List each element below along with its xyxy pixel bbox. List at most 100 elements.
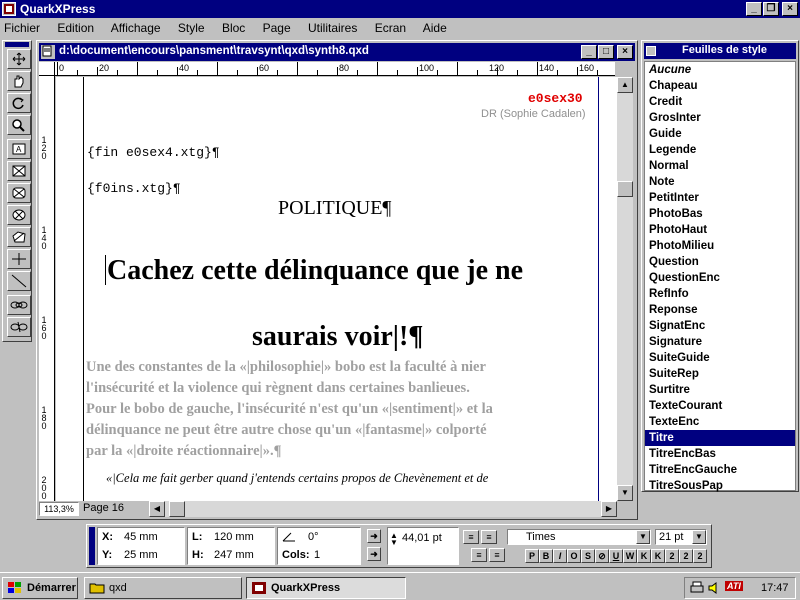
rect-picture-tool[interactable]	[7, 161, 31, 181]
style-shadow-button[interactable]: S	[581, 549, 595, 563]
x-value[interactable]: 45 mm	[124, 531, 158, 543]
menu-utilitaires[interactable]: Utilitaires	[308, 21, 357, 35]
polygon-picture-tool[interactable]	[7, 227, 31, 247]
style-item[interactable]: Note	[645, 174, 795, 190]
size-select[interactable]: 21 pt ▼	[655, 529, 707, 545]
menu-fichier[interactable]: Fichier	[4, 21, 40, 35]
angle-value[interactable]: 0°	[308, 531, 319, 543]
page-indicator[interactable]: Page 16	[83, 502, 124, 514]
style-underline-button[interactable]: U	[609, 549, 623, 563]
style-item-selected[interactable]: Titre	[645, 430, 795, 446]
zoom-field[interactable]: 113,3%	[39, 502, 79, 516]
speaker-icon[interactable]	[707, 581, 721, 595]
style-item[interactable]: Signature	[645, 334, 795, 350]
taskbar-item-quarkxpress[interactable]: QuarkXPress	[246, 577, 406, 599]
menu-ecran[interactable]: Ecran	[375, 21, 406, 35]
restore-button[interactable]: ❐	[763, 2, 779, 16]
style-item[interactable]: GrosInter	[645, 110, 795, 126]
align-left-button[interactable]: ≡	[463, 530, 479, 544]
style-item[interactable]: SuiteRep	[645, 366, 795, 382]
printer-icon[interactable]	[689, 581, 705, 595]
style-item[interactable]: TitreEncBas	[645, 446, 795, 462]
style-item[interactable]: Surtitre	[645, 382, 795, 398]
align-center-button[interactable]: ≡	[481, 530, 497, 544]
scroll-thumb[interactable]	[617, 181, 633, 197]
style-item[interactable]: SuiteGuide	[645, 350, 795, 366]
font-dropdown-icon[interactable]: ▼	[636, 530, 650, 544]
align-justify-button[interactable]: ≡	[489, 548, 505, 562]
style-subscript-button[interactable]: 2	[679, 549, 693, 563]
style-item[interactable]: Question	[645, 254, 795, 270]
style-item[interactable]: Chapeau	[645, 78, 795, 94]
doc-minimize-button[interactable]: _	[581, 45, 597, 59]
style-allcaps-button[interactable]: K	[651, 549, 665, 563]
style-item[interactable]: PetitInter	[645, 190, 795, 206]
h-value[interactable]: 247 mm	[214, 549, 254, 561]
style-item[interactable]: TexteCourant	[645, 398, 795, 414]
start-button[interactable]: Démarrer	[2, 577, 78, 599]
menu-aide[interactable]: Aide	[423, 21, 447, 35]
link-tool[interactable]	[7, 295, 31, 315]
kern-decrease-button[interactable]: ➜	[367, 547, 381, 561]
style-item[interactable]: Normal	[645, 158, 795, 174]
style-item[interactable]: TitreSousPap	[645, 478, 795, 494]
h-scroll-thumb[interactable]	[169, 501, 185, 517]
page-canvas[interactable]: e0sex30 DR (Sophie Cadalen) {fin e0sex4.…	[56, 77, 617, 501]
style-item[interactable]: PhotoMilieu	[645, 238, 795, 254]
rounded-picture-tool[interactable]	[7, 183, 31, 203]
style-superscript-button[interactable]: 2	[665, 549, 679, 563]
style-word-underline-button[interactable]: W	[623, 549, 637, 563]
font-select[interactable]: Times ▼	[507, 529, 651, 545]
style-item[interactable]: TitreEncGauche	[645, 462, 795, 478]
y-value[interactable]: 25 mm	[124, 549, 158, 561]
item-tool[interactable]	[7, 49, 31, 69]
minimize-button[interactable]: _	[746, 2, 762, 16]
orthogonal-line-tool[interactable]	[7, 249, 31, 269]
leading-stepper-icon[interactable]: ▲ ▼	[390, 532, 398, 547]
ati-tray-icon[interactable]: ATI	[725, 581, 743, 591]
zoom-tool[interactable]	[7, 115, 31, 135]
content-tool[interactable]	[7, 71, 31, 91]
text-box-tool[interactable]: A	[7, 139, 31, 159]
vertical-scrollbar[interactable]: ▲ ▼	[617, 77, 633, 501]
line-tool[interactable]	[7, 271, 31, 291]
style-italic-button[interactable]: I	[553, 549, 567, 563]
style-item[interactable]: Guide	[645, 126, 795, 142]
kern-increase-button[interactable]: ➜	[367, 529, 381, 543]
style-item[interactable]: Reponse	[645, 302, 795, 318]
style-outline-button[interactable]: O	[567, 549, 581, 563]
style-item[interactable]: QuestionEnc	[645, 270, 795, 286]
style-plain-button[interactable]: P	[525, 549, 539, 563]
style-item[interactable]: TexteEnc	[645, 414, 795, 430]
document-icon[interactable]	[41, 45, 55, 59]
scroll-up-button[interactable]: ▲	[617, 77, 633, 93]
size-dropdown-icon[interactable]: ▼	[692, 530, 706, 544]
menu-edition[interactable]: Edition	[57, 21, 94, 35]
app-icon[interactable]	[2, 2, 16, 16]
scroll-down-button[interactable]: ▼	[617, 485, 633, 501]
taskbar-item-qxd[interactable]: qxd	[84, 577, 242, 599]
ruler-origin[interactable]	[39, 62, 55, 76]
style-item-aucune[interactable]: Aucune	[645, 62, 795, 78]
style-item[interactable]: RefInfo	[645, 286, 795, 302]
scroll-left-button[interactable]: ◀	[149, 501, 165, 517]
style-item[interactable]: PhotoHaut	[645, 222, 795, 238]
menu-bloc[interactable]: Bloc	[222, 21, 245, 35]
l-value[interactable]: 120 mm	[214, 531, 254, 543]
cols-value[interactable]: 1	[314, 549, 320, 561]
style-superior-button[interactable]: 2	[693, 549, 707, 563]
leading-value[interactable]: 44,01 pt	[402, 532, 442, 544]
menu-affichage[interactable]: Affichage	[111, 21, 161, 35]
horizontal-scrollbar[interactable]: ◀ ▶	[149, 501, 617, 517]
align-right-button[interactable]: ≡	[471, 548, 487, 562]
doc-close-button[interactable]: ×	[617, 45, 633, 59]
style-item[interactable]: Legende	[645, 142, 795, 158]
palette-close-button[interactable]	[646, 46, 656, 56]
style-smallcaps-button[interactable]: K	[637, 549, 651, 563]
style-item[interactable]: SignatEnc	[645, 318, 795, 334]
style-item[interactable]: PhotoBas	[645, 206, 795, 222]
scroll-right-button[interactable]: ▶	[601, 501, 617, 517]
unlink-tool[interactable]	[7, 317, 31, 337]
style-item[interactable]: Credit	[645, 94, 795, 110]
close-button[interactable]: ×	[782, 2, 798, 16]
